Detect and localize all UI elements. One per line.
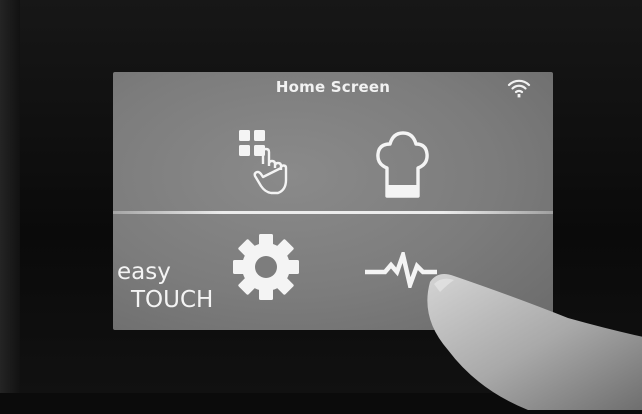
gear-icon (231, 232, 301, 302)
pointing-finger (408, 270, 642, 410)
section-divider (113, 211, 553, 214)
recipes-button[interactable] (373, 130, 431, 202)
apps-touch-icon (237, 130, 297, 200)
brand-line-2: TOUCH (131, 287, 214, 313)
apps-touch-button[interactable] (237, 130, 297, 200)
brand-line-1: easy (117, 259, 171, 285)
brand-logo: easy TOUCH (117, 258, 213, 314)
wifi-icon (507, 78, 531, 98)
bezel-edge (0, 0, 20, 393)
page-title: Home Screen (275, 78, 391, 96)
settings-button[interactable] (231, 232, 301, 302)
chef-hat-icon (373, 130, 431, 202)
device-bezel: Home Screen easy TOUCH (0, 0, 642, 410)
